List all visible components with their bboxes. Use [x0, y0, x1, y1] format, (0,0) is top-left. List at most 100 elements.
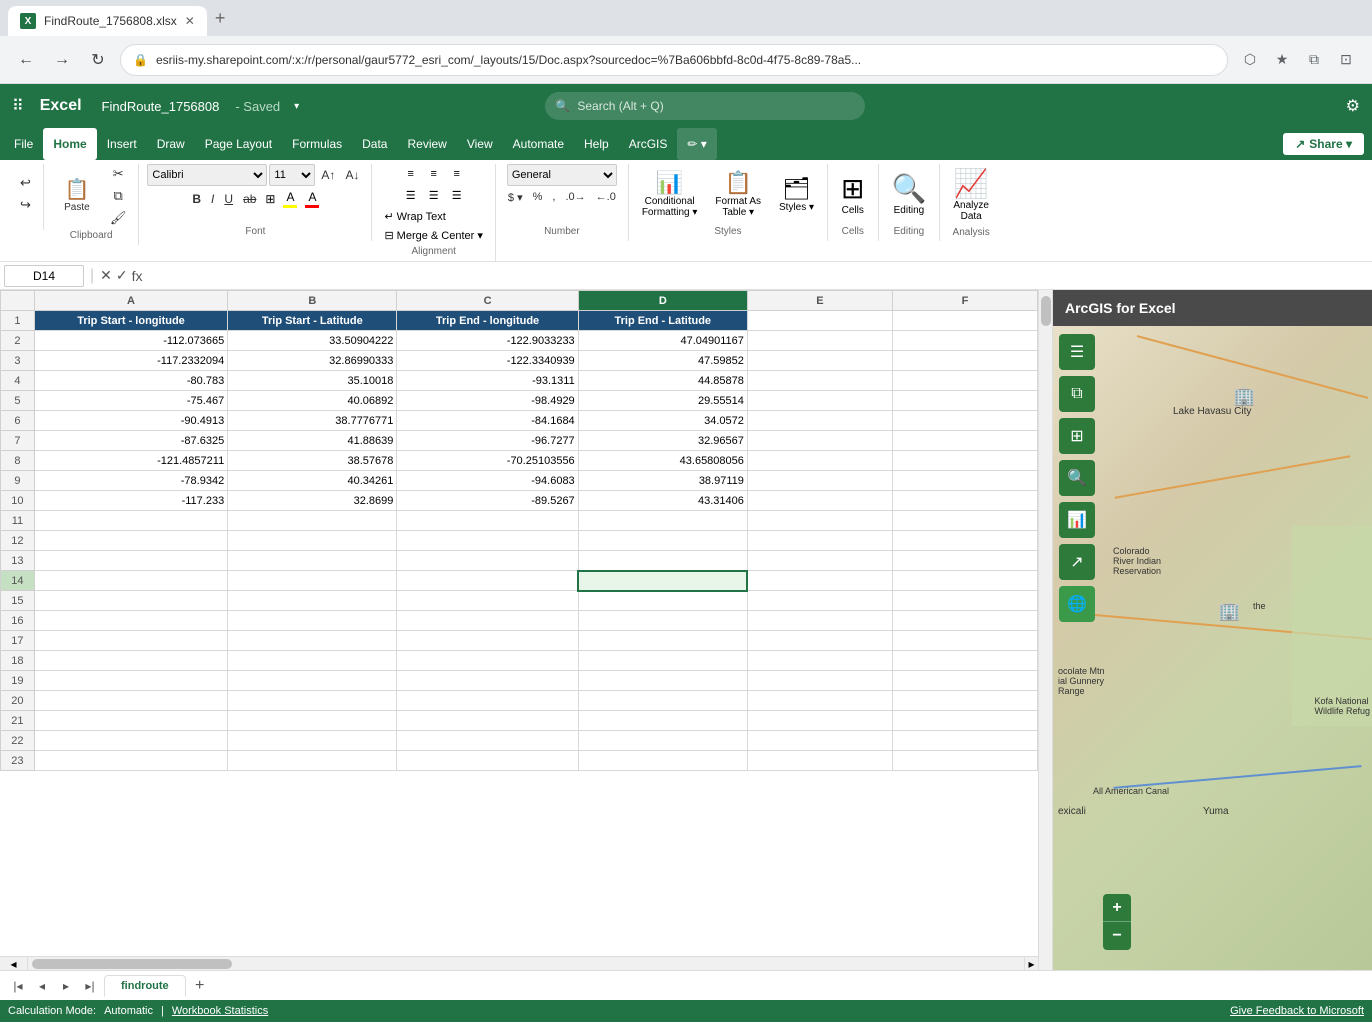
- bookmark-button[interactable]: ★: [1268, 46, 1296, 74]
- menu-insert[interactable]: Insert: [97, 128, 147, 160]
- vertical-scroll-thumb[interactable]: [1041, 296, 1051, 326]
- cast-button[interactable]: ⬡: [1236, 46, 1264, 74]
- cell-reference-input[interactable]: [4, 265, 84, 287]
- cell-e6[interactable]: [747, 411, 892, 431]
- cell-e14[interactable]: [747, 571, 892, 591]
- cell-e5[interactable]: [747, 391, 892, 411]
- bold-button[interactable]: B: [188, 191, 205, 207]
- cell-a4[interactable]: -80.783: [34, 371, 227, 391]
- col-header-d[interactable]: D: [578, 291, 747, 311]
- cell-c8[interactable]: -70.25103556: [397, 451, 578, 471]
- apps-grid-icon[interactable]: ⠿: [12, 96, 24, 116]
- currency-button[interactable]: $ ▾: [504, 189, 527, 206]
- cell-a5[interactable]: -75.467: [34, 391, 227, 411]
- align-top-right-button[interactable]: ≡: [446, 164, 468, 184]
- feedback-link[interactable]: Give Feedback to Microsoft: [1230, 1005, 1364, 1017]
- col-header-c[interactable]: C: [397, 291, 578, 311]
- wrap-text-button[interactable]: ↵ Wrap Text: [380, 208, 486, 225]
- cell-e10[interactable]: [747, 491, 892, 511]
- format-painter-button[interactable]: 🖌: [106, 208, 131, 228]
- cell-d14[interactable]: [578, 571, 747, 591]
- number-format-select[interactable]: General: [507, 164, 617, 186]
- cell-d2[interactable]: 47.04901167: [578, 331, 747, 351]
- cell-f14[interactable]: [892, 571, 1037, 591]
- col-header-b[interactable]: B: [228, 291, 397, 311]
- cell-c9[interactable]: -94.6083: [397, 471, 578, 491]
- cell-b5[interactable]: 40.06892: [228, 391, 397, 411]
- format-as-table-button[interactable]: 📋 Format AsTable ▾: [710, 167, 766, 221]
- cell-b6[interactable]: 38.7776771: [228, 411, 397, 431]
- settings-icon[interactable]: ⚙: [1346, 96, 1360, 116]
- arcgis-basemap-button[interactable]: 🌐: [1059, 586, 1095, 622]
- cancel-formula-icon[interactable]: ✕: [100, 267, 112, 284]
- cell-f1[interactable]: [892, 311, 1037, 331]
- cell-a2[interactable]: -112.073665: [34, 331, 227, 351]
- cell-e3[interactable]: [747, 351, 892, 371]
- cell-b3[interactable]: 32.86990333: [228, 351, 397, 371]
- conditional-formatting-button[interactable]: 📊 ConditionalFormatting ▾: [637, 167, 703, 221]
- new-tab-button[interactable]: +: [207, 4, 234, 33]
- merge-center-button[interactable]: ⊟ Merge & Center ▾: [380, 227, 486, 244]
- menu-formulas[interactable]: Formulas: [282, 128, 352, 160]
- close-tab-button[interactable]: ✕: [185, 14, 195, 28]
- cell-a14[interactable]: [34, 571, 227, 591]
- share-button[interactable]: ↗ Share ▾: [1283, 133, 1364, 155]
- cell-a9[interactable]: -78.9342: [34, 471, 227, 491]
- cell-c3[interactable]: -122.3340939: [397, 351, 578, 371]
- cell-b14[interactable]: [228, 571, 397, 591]
- cell-f7[interactable]: [892, 431, 1037, 451]
- cells-button[interactable]: ⊞ Cells: [836, 169, 869, 219]
- cell-f6[interactable]: [892, 411, 1037, 431]
- italic-button[interactable]: I: [207, 191, 218, 207]
- horizontal-scrollbar[interactable]: ◂ ▸: [0, 956, 1038, 970]
- sheet-tab-findroute[interactable]: findroute: [104, 975, 186, 997]
- arcgis-table-button[interactable]: ⊞: [1059, 418, 1095, 454]
- cell-a1[interactable]: Trip Start - longitude: [34, 311, 227, 331]
- confirm-formula-icon[interactable]: ✓: [116, 267, 128, 284]
- cell-styles-button[interactable]: 🗂 Styles ▾: [774, 173, 819, 216]
- cell-d4[interactable]: 44.85878: [578, 371, 747, 391]
- cell-e9[interactable]: [747, 471, 892, 491]
- pen-edit-button[interactable]: ✏ ▾: [677, 128, 716, 160]
- insert-function-icon[interactable]: fx: [132, 268, 143, 284]
- horizontal-scroll-thumb[interactable]: [32, 959, 232, 969]
- cell-f5[interactable]: [892, 391, 1037, 411]
- redo-button[interactable]: ↪: [16, 195, 35, 215]
- copy-button[interactable]: ⧉: [106, 186, 131, 206]
- menu-draw[interactable]: Draw: [147, 128, 195, 160]
- cell-f4[interactable]: [892, 371, 1037, 391]
- address-bar[interactable]: 🔒 esriis-my.sharepoint.com/:x:/r/persona…: [120, 44, 1228, 76]
- menu-view[interactable]: View: [457, 128, 503, 160]
- align-mid-left-button[interactable]: ☰: [400, 185, 422, 205]
- menu-arcgis[interactable]: ArcGIS: [619, 128, 678, 160]
- menu-review[interactable]: Review: [397, 128, 456, 160]
- menu-home[interactable]: Home: [43, 128, 96, 160]
- strikethrough-button[interactable]: ab: [239, 191, 260, 207]
- forward-button[interactable]: →: [48, 46, 76, 74]
- cell-c2[interactable]: -122.9033233: [397, 331, 578, 351]
- cell-b7[interactable]: 41.88639: [228, 431, 397, 451]
- arcgis-share-button[interactable]: ↗: [1059, 544, 1095, 580]
- cell-c10[interactable]: -89.5267: [397, 491, 578, 511]
- col-header-a[interactable]: A: [34, 291, 227, 311]
- underline-button[interactable]: U: [220, 191, 237, 207]
- arcgis-chart-button[interactable]: 📊: [1059, 502, 1095, 538]
- excel-search-input[interactable]: [545, 92, 865, 120]
- scroll-left-button[interactable]: ◂: [0, 957, 28, 970]
- sheet-nav-prev[interactable]: ◂: [32, 976, 52, 996]
- menu-data[interactable]: Data: [352, 128, 397, 160]
- border-button[interactable]: ⊞: [262, 191, 278, 207]
- sheet-nav-last[interactable]: ▸|: [80, 976, 100, 996]
- zoom-out-button[interactable]: −: [1103, 922, 1131, 950]
- cell-c6[interactable]: -84.1684: [397, 411, 578, 431]
- menu-page-layout[interactable]: Page Layout: [195, 128, 282, 160]
- cell-f2[interactable]: [892, 331, 1037, 351]
- col-header-f[interactable]: F: [892, 291, 1037, 311]
- paste-button[interactable]: 📋 Paste: [52, 177, 102, 216]
- align-mid-right-button[interactable]: ☰: [446, 185, 468, 205]
- filename-dropdown-icon[interactable]: ▾: [294, 101, 299, 112]
- vertical-scrollbar[interactable]: [1038, 290, 1052, 970]
- cell-e2[interactable]: [747, 331, 892, 351]
- cell-a8[interactable]: -121.4857211: [34, 451, 227, 471]
- menu-help[interactable]: Help: [574, 128, 619, 160]
